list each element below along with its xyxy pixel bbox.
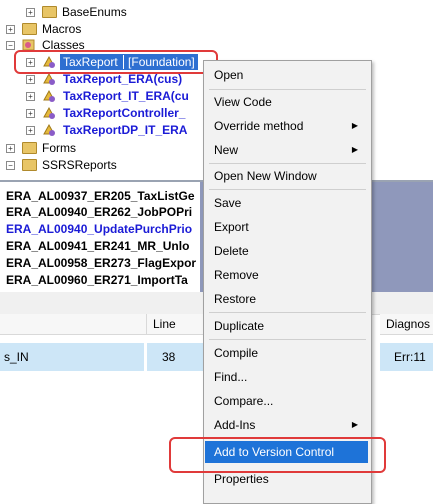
menu-item-label: View Code <box>214 95 272 109</box>
menu-item-label: Compile <box>214 346 259 360</box>
menu-item-restore[interactable]: Restore <box>205 288 368 310</box>
menu-item-view-code[interactable]: View Code <box>205 91 368 113</box>
expand-icon[interactable]: + <box>6 25 15 34</box>
tree-node-ssrsreports[interactable]: − SSRSReports <box>6 157 186 173</box>
menu-item-open-new-window[interactable]: Open New Window <box>205 165 368 187</box>
menu-item-label: Find... <box>214 370 248 384</box>
folder-icon <box>22 159 37 171</box>
menu-item-compile[interactable]: Compile <box>205 342 368 364</box>
expand-icon[interactable]: + <box>26 75 35 84</box>
submenu-arrow-icon: ▶ <box>351 420 358 429</box>
collapse-icon[interactable]: − <box>6 161 15 170</box>
menu-item-label: Export <box>214 220 249 234</box>
tree-node-label: SSRSReports <box>42 158 117 172</box>
expand-icon[interactable]: + <box>26 92 35 101</box>
column-header-line[interactable]: Line <box>147 314 209 335</box>
tree-node-baseenums[interactable]: + BaseEnums <box>26 4 206 20</box>
column-header-diagnostic[interactable]: Diagnos <box>380 314 433 335</box>
menu-item-find[interactable]: Find... <box>205 366 368 388</box>
menu-item-save[interactable]: Save <box>205 192 368 214</box>
menu-item-open[interactable]: Open <box>205 64 368 86</box>
list-item[interactable]: ERA_AL00940_ER262_JobPOPri <box>0 204 206 220</box>
annotation-highlight-taxreport <box>14 50 218 74</box>
collapse-icon[interactable]: − <box>6 41 15 50</box>
folder-icon <box>22 23 37 35</box>
menu-item-label: Override method <box>214 119 304 133</box>
tree-node-label: TaxReport_IT_ERA(cu <box>63 89 189 103</box>
folder-icon <box>42 6 57 18</box>
column-header-name[interactable] <box>0 314 147 335</box>
tree-node-label: BaseEnums <box>62 5 127 19</box>
annotation-highlight-version-control <box>169 437 386 473</box>
menu-item-override-method[interactable]: Override method ▶ <box>205 115 368 137</box>
menu-item-remove[interactable]: Remove <box>205 264 368 286</box>
expand-icon[interactable]: + <box>26 8 35 17</box>
tree-node-macros[interactable]: + Macros <box>6 21 186 37</box>
menu-item-label: Restore <box>214 292 257 306</box>
class-icon <box>42 72 56 86</box>
menu-item-compare[interactable]: Compare... <box>205 390 368 412</box>
grid-cell-diagnostic[interactable]: Err:11 <box>380 343 433 371</box>
tree-node-label: Macros <box>42 22 82 36</box>
class-icon <box>42 123 56 137</box>
menu-separator <box>209 163 366 164</box>
menu-separator <box>209 312 366 313</box>
menu-item-label: Delete <box>214 244 249 258</box>
list-item[interactable]: ERA_AL00937_ER205_TaxListGe <box>0 188 206 204</box>
tree-node-label: TaxReportController_ <box>63 106 186 120</box>
tree-node-taxreport-controller[interactable]: + TaxReportController_ <box>26 105 216 121</box>
class-icon <box>42 106 56 120</box>
menu-item-label: Duplicate <box>214 319 265 333</box>
menu-item-delete[interactable]: Delete <box>205 240 368 262</box>
menu-item-label: Add-Ins <box>214 418 256 432</box>
menu-item-label: Properties <box>214 472 269 486</box>
list-item[interactable]: ERA_AL00960_ER271_ImportTa <box>0 272 206 288</box>
submenu-arrow-icon: ▶ <box>351 145 358 154</box>
tree-node-label: TaxReportDP_IT_ERA <box>63 123 188 137</box>
menu-item-label: Save <box>214 196 242 210</box>
list-item[interactable]: ERA_AL00940_UpdatePurchPrio <box>0 221 206 237</box>
menu-item-label: Remove <box>214 268 259 282</box>
menu-item-add-ins[interactable]: Add-Ins ▶ <box>205 414 368 436</box>
expand-icon[interactable]: + <box>26 109 35 118</box>
folder-icon <box>22 142 37 154</box>
expand-icon[interactable]: + <box>26 126 35 135</box>
tree-node-taxreport-it-era[interactable]: + TaxReport_IT_ERA(cu <box>26 88 216 104</box>
menu-separator <box>209 339 366 340</box>
tree-node-label: Forms <box>42 141 76 155</box>
tree-node-forms[interactable]: + Forms <box>6 140 186 156</box>
expand-icon[interactable]: + <box>6 144 15 153</box>
grid-cell-line[interactable]: 38 <box>147 343 206 371</box>
tree-node-taxreportdp-it-era[interactable]: + TaxReportDP_IT_ERA <box>26 122 216 138</box>
grid-cell-name[interactable]: s_IN <box>0 343 144 371</box>
list-item[interactable]: ERA_AL00958_ER273_FlagExpor <box>0 255 206 271</box>
class-icon <box>42 89 56 103</box>
menu-item-label: New <box>214 143 239 157</box>
menu-item-export[interactable]: Export <box>205 216 368 238</box>
menu-item-new[interactable]: New ▶ <box>205 139 368 161</box>
menu-item-label: Open <box>214 68 244 82</box>
menu-item-label: Compare... <box>214 394 274 408</box>
list-item[interactable]: ERA_AL00941_ER241_MR_Unlo <box>0 238 206 254</box>
menu-item-label: Open New Window <box>214 169 317 183</box>
menu-separator <box>209 189 366 190</box>
submenu-arrow-icon: ▶ <box>351 121 358 130</box>
menu-separator <box>209 89 366 90</box>
menu-item-duplicate[interactable]: Duplicate <box>205 315 368 337</box>
